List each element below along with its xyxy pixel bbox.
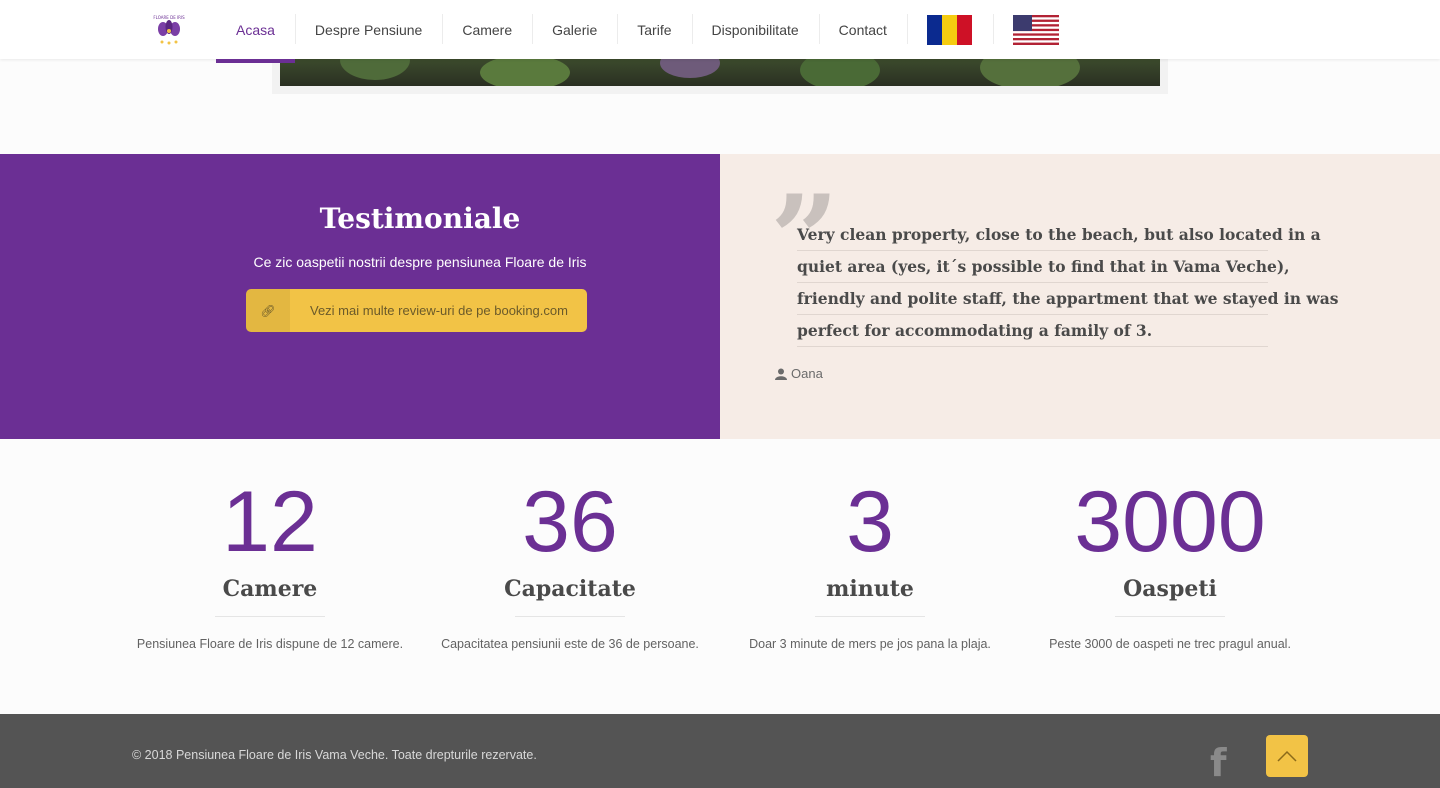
site-header: FLOARE DE IRIS Acasa Despre Pensiune Cam… bbox=[0, 0, 1440, 63]
language-ro[interactable] bbox=[906, 0, 993, 59]
counter-description: Doar 3 minute de mers pe jos pana la pla… bbox=[749, 637, 991, 651]
author-name: Oana bbox=[791, 366, 823, 381]
nav-item-acasa[interactable]: Acasa bbox=[216, 0, 295, 63]
counter-divider bbox=[815, 616, 925, 617]
testimonials-subtitle: Ce zic oaspetii nostrii despre pensiunea… bbox=[253, 254, 587, 270]
language-en[interactable] bbox=[992, 0, 1079, 59]
quote-line: Very clean property, close to the beach,… bbox=[797, 219, 1321, 251]
counter-divider bbox=[515, 616, 625, 617]
booking-reviews-button[interactable]: 🔗︎ Vezi mai multe review-uri de pe booki… bbox=[246, 289, 587, 332]
counter-divider bbox=[215, 616, 325, 617]
nav-item-galerie[interactable]: Galerie bbox=[532, 0, 617, 59]
counter-description: Pensiunea Floare de Iris dispune de 12 c… bbox=[136, 637, 404, 651]
counter-description: Capacitatea pensiunii este de 36 de pers… bbox=[441, 637, 699, 651]
iris-logo[interactable]: FLOARE DE IRIS bbox=[151, 11, 187, 47]
testimonials-title: Testimoniale bbox=[319, 202, 521, 235]
romania-flag-icon bbox=[927, 14, 973, 45]
quote-line: friendly and polite staff, the appartmen… bbox=[797, 283, 1339, 315]
nav-item-contact[interactable]: Contact bbox=[818, 0, 907, 59]
booking-reviews-label: Vezi mai multe review-uri de pe booking.… bbox=[310, 303, 568, 318]
svg-text:FLOARE DE IRIS: FLOARE DE IRIS bbox=[153, 15, 185, 20]
quote-line: quiet area (yes, it´s possible to find t… bbox=[797, 251, 1290, 283]
arrow-up-icon bbox=[1277, 750, 1297, 762]
back-to-top-button[interactable] bbox=[1266, 735, 1308, 777]
counter-oaspeti: 3000 Oaspeti Peste 3000 de oaspeti ne tr… bbox=[1020, 470, 1320, 651]
counter-description: Peste 3000 de oaspeti ne trec pragul anu… bbox=[1049, 637, 1291, 651]
counter-camere: 12 Camere Pensiunea Floare de Iris dispu… bbox=[120, 470, 420, 651]
nav-item-tarife[interactable]: Tarife bbox=[617, 0, 691, 59]
counter-divider bbox=[1115, 616, 1225, 617]
quote-line: perfect for accommodating a family of 3. bbox=[797, 315, 1268, 347]
facebook-icon[interactable]: f bbox=[1210, 744, 1227, 782]
counter-number: 36 bbox=[522, 474, 618, 570]
counter-title: Oaspeti bbox=[1123, 576, 1217, 602]
nav-item-camere[interactable]: Camere bbox=[442, 0, 532, 59]
counter-number: 3 bbox=[846, 474, 894, 570]
usa-flag-icon bbox=[1012, 14, 1059, 45]
counter-title: minute bbox=[826, 576, 914, 602]
user-icon bbox=[775, 368, 787, 380]
testimonial-quote: Very clean property, close to the beach,… bbox=[797, 219, 1339, 347]
testimonial-author: Oana bbox=[775, 366, 823, 381]
copyright-text: © 2018 Pensiunea Floare de Iris Vama Vec… bbox=[132, 748, 537, 762]
nav-item-despre-pensiune[interactable]: Despre Pensiune bbox=[294, 0, 442, 59]
counter-number: 12 bbox=[222, 474, 318, 570]
main-nav: Acasa Despre Pensiune Camere Galerie Tar… bbox=[216, 0, 1079, 63]
counter-capacitate: 36 Capacitate Capacitatea pensiunii este… bbox=[420, 470, 720, 651]
counter-minute: 3 minute Doar 3 minute de mers pe jos pa… bbox=[720, 470, 1020, 651]
counter-number: 3000 bbox=[1074, 474, 1266, 570]
nav-item-disponibilitate[interactable]: Disponibilitate bbox=[691, 0, 819, 59]
link-icon: 🔗︎ bbox=[246, 289, 290, 332]
counter-title: Camere bbox=[222, 576, 318, 602]
counter-title: Capacitate bbox=[504, 576, 636, 602]
